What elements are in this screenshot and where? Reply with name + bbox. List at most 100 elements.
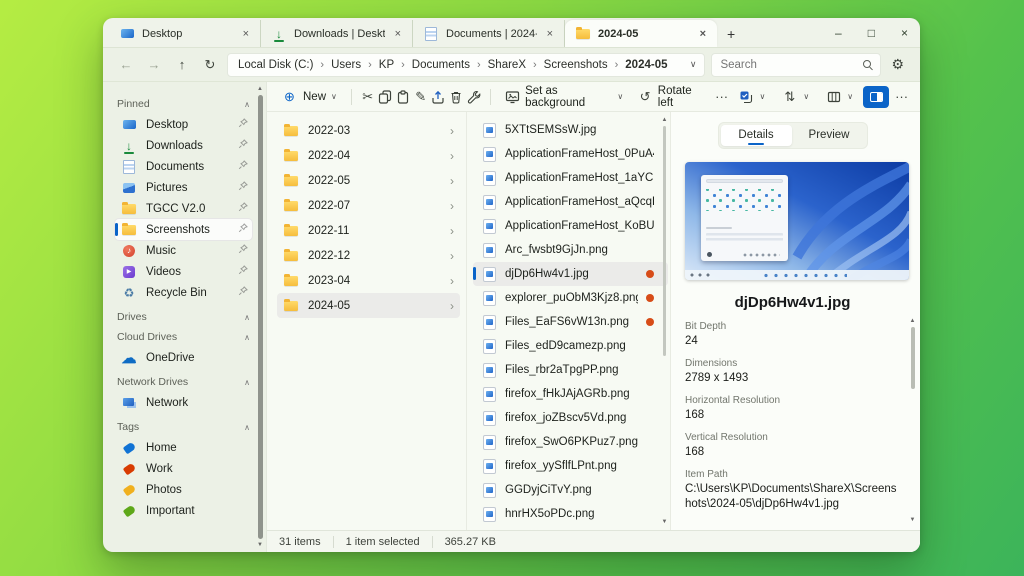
chevron-up-icon[interactable]: ∧ [244, 423, 250, 432]
scroll-down-icon[interactable]: ▼ [662, 518, 668, 526]
sidebar-item[interactable]: OneDrive [115, 347, 252, 368]
tab-close-icon[interactable]: × [544, 28, 556, 40]
scrollbar-thumb[interactable] [258, 95, 263, 539]
more-options-icon[interactable]: ··· [893, 88, 910, 105]
explorer-tab[interactable]: 2024-05 × [565, 20, 717, 47]
copy-icon[interactable] [378, 88, 394, 105]
folder-row[interactable]: 2022-04 › [277, 143, 460, 168]
sidebar-item[interactable]: Downloads [115, 135, 252, 156]
chevron-up-icon[interactable]: ∧ [244, 100, 250, 109]
file-row[interactable]: Files_edD9camezp.png [473, 334, 668, 358]
breadcrumb-segment[interactable]: Users [331, 59, 361, 71]
sidebar-section-drives[interactable]: Drives ∧ [117, 311, 250, 323]
image-preview-thumbnail[interactable] [685, 162, 909, 280]
folder-row[interactable]: 2022-11 › [277, 218, 460, 243]
sidebar-item[interactable]: Photos [115, 479, 252, 500]
sidebar-section-tags[interactable]: Tags ∧ [117, 421, 250, 433]
delete-icon[interactable] [448, 88, 464, 105]
up-icon[interactable]: ↑ [171, 57, 193, 72]
new-button[interactable]: ⊕ New ∨ [275, 85, 343, 108]
scrollbar-thumb[interactable] [663, 126, 666, 356]
pin-icon[interactable] [238, 223, 248, 236]
more-options-icon[interactable]: ··· [714, 88, 730, 105]
pin-icon[interactable] [238, 139, 248, 152]
folder-row[interactable]: 2022-05 › [277, 168, 460, 193]
file-row[interactable]: firefox_fHkJAjAGRb.png [473, 382, 668, 406]
maximize-button[interactable]: □ [868, 26, 875, 40]
file-row[interactable]: Arc_fwsbt9GjJn.png [473, 238, 668, 262]
file-row[interactable]: Files_EaFS6vW13n.png [473, 310, 668, 334]
paste-icon[interactable] [395, 88, 411, 105]
close-button[interactable]: × [901, 26, 908, 40]
cut-icon[interactable]: ✂ [360, 88, 376, 105]
sidebar-item[interactable]: Recycle Bin [115, 282, 252, 303]
sidebar-item[interactable]: Home [115, 437, 252, 458]
details-scrollbar[interactable]: ▲ ▼ [908, 317, 917, 524]
layout-button[interactable]: ∨ [819, 85, 859, 108]
files-scrollbar[interactable]: ▲ ▼ [660, 116, 669, 526]
scroll-up-icon[interactable]: ▲ [910, 317, 916, 325]
sidebar-item[interactable]: Work [115, 458, 252, 479]
sidebar-item[interactable]: Videos [115, 261, 252, 282]
minimize-button[interactable]: – [835, 26, 842, 40]
sidebar-item[interactable]: Important [115, 500, 252, 521]
tab-close-icon[interactable]: × [240, 28, 252, 40]
folder-row[interactable]: 2022-07 › [277, 193, 460, 218]
tab-close-icon[interactable]: × [392, 28, 404, 40]
pin-icon[interactable] [238, 244, 248, 257]
tab-close-icon[interactable]: × [697, 28, 709, 40]
explorer-tab[interactable]: Downloads | Desktop × [261, 20, 413, 47]
selection-options-button[interactable]: ∨ [731, 85, 771, 108]
breadcrumb[interactable]: Local Disk (C:) › Users › KP › Documents… [227, 53, 705, 77]
file-row[interactable]: explorer_puObM3Kjz8.png [473, 286, 668, 310]
file-row[interactable]: ApplicationFrameHost_1aYCbz1b... [473, 166, 668, 190]
breadcrumb-segment[interactable]: 2024-05 [625, 59, 667, 71]
breadcrumb-segment[interactable]: Screenshots [544, 59, 608, 71]
sidebar-item[interactable]: Network [115, 392, 252, 413]
file-row[interactable]: GGDyjCiTvY.png [473, 478, 668, 502]
sidebar-item[interactable]: Documents [115, 156, 252, 177]
file-row[interactable]: firefox_joZBscv5Vd.png [473, 406, 668, 430]
file-row[interactable]: 5XTtSEMSsW.jpg [473, 118, 668, 142]
folder-row[interactable]: 2022-12 › [277, 243, 460, 268]
pin-icon[interactable] [238, 265, 248, 278]
scroll-down-icon[interactable]: ▼ [910, 516, 916, 524]
folder-row[interactable]: 2022-03 › [277, 118, 460, 143]
breadcrumb-segment[interactable]: KP [379, 59, 394, 71]
search-box[interactable] [711, 53, 881, 77]
chevron-up-icon[interactable]: ∧ [244, 333, 250, 342]
breadcrumb-segment[interactable]: Documents [412, 59, 470, 71]
file-row[interactable]: ApplicationFrameHost_0PuA4QQ... [473, 142, 668, 166]
share-icon[interactable] [431, 88, 447, 105]
breadcrumb-segment[interactable]: Local Disk (C:) [238, 59, 313, 71]
file-row[interactable]: firefox_SwO6PKPuz7.png [473, 430, 668, 454]
explorer-tab[interactable]: Documents | 2024-05 × [413, 20, 565, 47]
refresh-icon[interactable]: ↻ [199, 57, 221, 73]
pane-tab[interactable]: Preview [794, 125, 865, 146]
pin-icon[interactable] [238, 202, 248, 215]
chevron-up-icon[interactable]: ∧ [244, 313, 250, 322]
breadcrumb-segment[interactable]: ShareX [488, 59, 526, 71]
set-as-background-button[interactable]: Set as background ∨ [499, 82, 630, 112]
breadcrumb-dropdown-icon[interactable]: ∨ [690, 59, 697, 70]
search-input[interactable] [720, 59, 857, 71]
pane-tab[interactable]: Details [721, 125, 792, 146]
scroll-up-icon[interactable]: ▲ [662, 116, 668, 124]
file-row[interactable]: Files_rbr2aTpgPP.png [473, 358, 668, 382]
file-row[interactable]: ApplicationFrameHost_KoBUmsv... [473, 214, 668, 238]
sidebar-item[interactable]: Desktop [115, 114, 252, 135]
scrollbar-thumb[interactable] [911, 327, 915, 389]
sort-button[interactable]: ⇅ ∨ [775, 85, 815, 108]
scroll-up-icon[interactable]: ▲ [257, 85, 263, 93]
scroll-down-icon[interactable]: ▼ [257, 541, 263, 549]
pin-icon[interactable] [238, 160, 248, 173]
wrench-icon[interactable] [466, 88, 482, 105]
pin-icon[interactable] [238, 181, 248, 194]
forward-icon[interactable]: → [143, 57, 165, 72]
pin-icon[interactable] [238, 286, 248, 299]
pin-icon[interactable] [238, 118, 248, 131]
sidebar-item[interactable]: Screenshots [115, 219, 252, 240]
sidebar-item[interactable]: TGCC V2.0 [115, 198, 252, 219]
rename-icon[interactable]: ✎ [413, 88, 429, 105]
folder-row[interactable]: 2024-05 › [277, 293, 460, 318]
